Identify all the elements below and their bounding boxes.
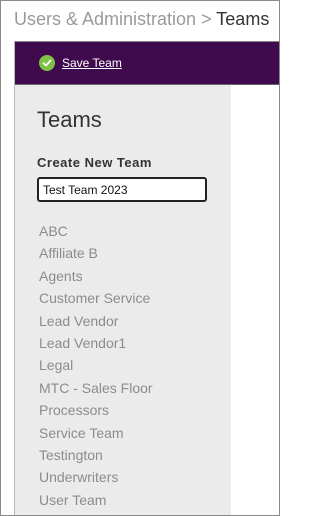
team-list: ABC Affiliate B Agents Customer Service … [39, 220, 153, 511]
window-frame: Users & Administration > Teams Save Team… [0, 0, 280, 516]
team-list-item[interactable]: Service Team [39, 422, 153, 444]
create-new-team-label: Create New Team [37, 155, 152, 170]
teams-sidebar: Teams Create New Team ABC Affiliate B Ag… [15, 85, 231, 515]
team-list-item[interactable]: Processors [39, 399, 153, 421]
breadcrumb-separator: > [201, 9, 212, 29]
team-list-item[interactable]: Affiliate B [39, 242, 153, 264]
save-team-button[interactable]: Save Team [39, 55, 122, 71]
breadcrumb-parent[interactable]: Users & Administration [14, 9, 196, 29]
team-list-item[interactable]: Lead Vendor [39, 310, 153, 332]
team-list-item[interactable]: User Team [39, 489, 153, 511]
team-list-item[interactable]: Testington [39, 444, 153, 466]
breadcrumb: Users & Administration > Teams [14, 9, 269, 30]
team-list-item[interactable]: ABC [39, 220, 153, 242]
toolbar: Save Team [15, 41, 279, 85]
team-list-item[interactable]: Agents [39, 265, 153, 287]
save-team-label: Save Team [62, 56, 122, 70]
team-list-item[interactable]: Underwriters [39, 466, 153, 488]
team-list-item[interactable]: Lead Vendor1 [39, 332, 153, 354]
sidebar-title: Teams [37, 107, 102, 132]
content-panel: Save Team Teams Create New Team ABC Affi… [14, 41, 279, 515]
check-circle-icon [39, 55, 55, 71]
team-list-item[interactable]: MTC - Sales Floor [39, 377, 153, 399]
new-team-name-input[interactable] [37, 177, 207, 202]
team-list-item[interactable]: Customer Service [39, 287, 153, 309]
breadcrumb-current: Teams [216, 9, 270, 29]
team-list-item[interactable]: Legal [39, 354, 153, 376]
